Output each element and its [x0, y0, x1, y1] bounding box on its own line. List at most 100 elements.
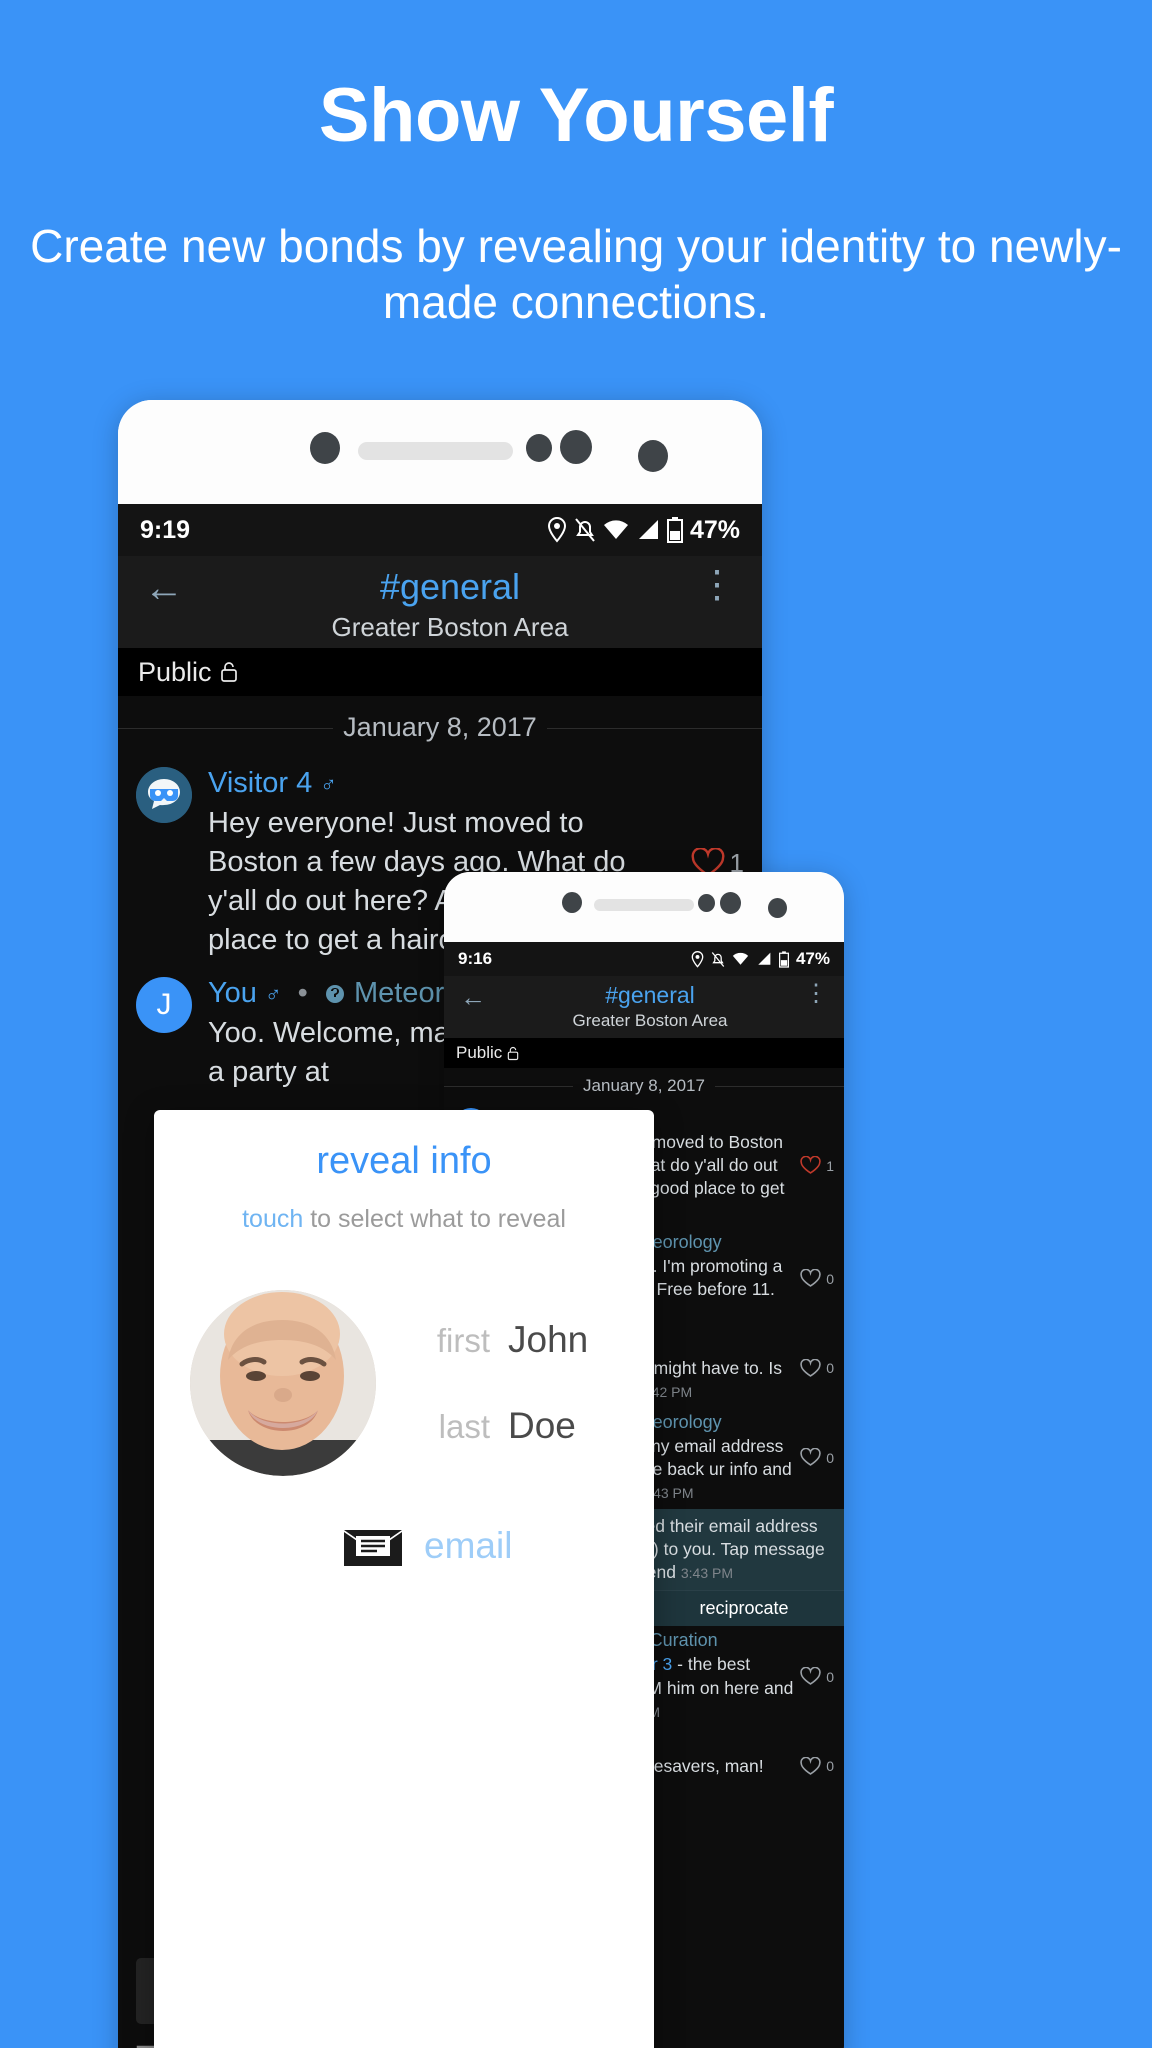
status-icons: 47% [540, 516, 740, 545]
channel-subtitle: Greater Boston Area [331, 612, 569, 642]
lock-open-icon [220, 662, 237, 682]
sender-name[interactable]: You [208, 977, 257, 1009]
app-bar-title-block: #general Greater Boston Area [504, 982, 796, 1031]
last-name-label: last [438, 1408, 490, 1445]
status-bar-back: 9:19 47% [118, 504, 762, 556]
user-photo-icon [190, 1290, 376, 1476]
gender-icon: ♂ [265, 982, 282, 1008]
privacy-bar-back[interactable]: Public [118, 648, 762, 696]
like-count: 1 [826, 1157, 834, 1174]
message-header: Visitor 4 ♂ [208, 767, 681, 800]
last-name-row[interactable]: last Doe [404, 1405, 588, 1447]
status-time: 9:16 [458, 949, 493, 968]
sender-name[interactable]: Visitor 4 [208, 767, 312, 799]
back-button[interactable]: ← [460, 982, 504, 1013]
overflow-menu-button[interactable]: ⋮ [686, 566, 736, 604]
overflow-menu-button[interactable]: ⋮ [796, 982, 828, 1006]
phone-bezel-top-back [118, 400, 762, 504]
avatar[interactable] [136, 767, 192, 823]
like-count: 0 [826, 1758, 834, 1775]
email-row[interactable]: email [154, 1476, 654, 1570]
wifi-icon [732, 952, 749, 965]
battery-percent: 47% [795, 949, 830, 968]
battery-icon [778, 950, 789, 968]
earpiece-speaker [358, 442, 513, 460]
app-bar-title-block: #general Greater Boston Area [214, 566, 686, 643]
date-label: January 8, 2017 [333, 712, 547, 742]
status-time: 9:19 [140, 515, 191, 544]
channel-name[interactable]: #general [214, 566, 686, 608]
privacy-label: Public [456, 1043, 503, 1062]
heart-icon [800, 1156, 821, 1175]
first-name-label: first [436, 1322, 490, 1359]
avatar[interactable]: J [136, 977, 192, 1034]
date-separator-front: January 8, 2017 [444, 1068, 844, 1104]
front-camera-icon [562, 892, 582, 913]
back-button[interactable]: ← [144, 566, 214, 611]
touch-hint-rest: to select what to reveal [303, 1205, 566, 1233]
sensor-icon [698, 894, 715, 912]
like-count: 0 [826, 1360, 834, 1377]
like-button[interactable]: 1 [800, 1156, 834, 1175]
battery-percent: 47% [689, 515, 740, 544]
message-time: 3:43 PM [680, 1565, 734, 1582]
lock-open-icon [508, 1046, 519, 1060]
reveal-info-dialog[interactable]: reveal info touch to select what to reve… [154, 1110, 654, 2048]
sensor-icon [526, 434, 552, 462]
heart-icon [800, 1756, 821, 1775]
notifications-off-icon [575, 518, 595, 542]
like-count: 0 [826, 1449, 834, 1466]
like-button[interactable]: 0 [800, 1667, 834, 1686]
app-bar-back: ← #general Greater Boston Area ⋮ [118, 556, 762, 648]
app-bar-front: ← #general Greater Boston Area ⋮ [444, 976, 844, 1038]
date-label: January 8, 2017 [573, 1076, 715, 1095]
led-icon [768, 898, 787, 918]
sensor-icon [560, 430, 592, 464]
heart-icon [800, 1448, 821, 1467]
heart-icon [800, 1269, 821, 1287]
touch-hint: touch [242, 1205, 304, 1233]
led-icon [638, 440, 668, 472]
brain-topic-icon [325, 985, 344, 1004]
gender-icon: ♂ [320, 772, 337, 797]
email-label: email [424, 1525, 513, 1566]
channel-subtitle: Greater Boston Area [572, 1011, 728, 1030]
signal-icon [758, 952, 771, 965]
like-button[interactable]: 0 [800, 1756, 834, 1776]
last-name-value: Doe [508, 1405, 576, 1446]
like-button[interactable]: 0 [800, 1448, 834, 1467]
first-name-row[interactable]: first John [404, 1319, 588, 1361]
privacy-bar-front[interactable]: Public [444, 1038, 844, 1068]
date-separator-back: January 8, 2017 [118, 696, 762, 759]
avatar-photo[interactable] [190, 1290, 376, 1476]
status-bar-front: 9:16 47% [444, 942, 844, 976]
signal-icon [638, 520, 658, 539]
page-title: Show Yourself [318, 73, 834, 158]
avatar-initial: J [156, 988, 172, 1022]
location-pin-icon [691, 950, 704, 968]
sensor-icon [720, 892, 741, 914]
phone-bezel-top-front [444, 872, 844, 942]
like-count: 0 [826, 1270, 834, 1287]
heart-icon [800, 1667, 821, 1685]
dialog-title: reveal info [316, 1140, 492, 1182]
like-count: 0 [826, 1668, 834, 1685]
anonymous-avatar-icon [136, 767, 192, 823]
dialog-subtitle: touch to select what to reveal [154, 1183, 654, 1234]
reciprocate-button[interactable]: reciprocate [644, 1598, 844, 1619]
name-fields: first John last Doe [404, 1319, 588, 1447]
like-button[interactable]: 0 [800, 1269, 834, 1288]
privacy-label: Public [138, 656, 212, 687]
earpiece-speaker [594, 899, 694, 911]
heart-icon [800, 1358, 821, 1377]
notifications-off-icon [711, 951, 725, 967]
front-camera-icon [310, 432, 340, 464]
identity-fields: first John last Doe [154, 1234, 654, 1476]
like-button[interactable]: 0 [800, 1358, 834, 1378]
location-pin-icon [547, 517, 566, 543]
email-icon [344, 1530, 402, 1566]
first-name-value: John [508, 1319, 589, 1360]
battery-icon [666, 517, 683, 543]
channel-name[interactable]: #general [504, 982, 796, 1009]
status-icons: 47% [684, 949, 830, 969]
